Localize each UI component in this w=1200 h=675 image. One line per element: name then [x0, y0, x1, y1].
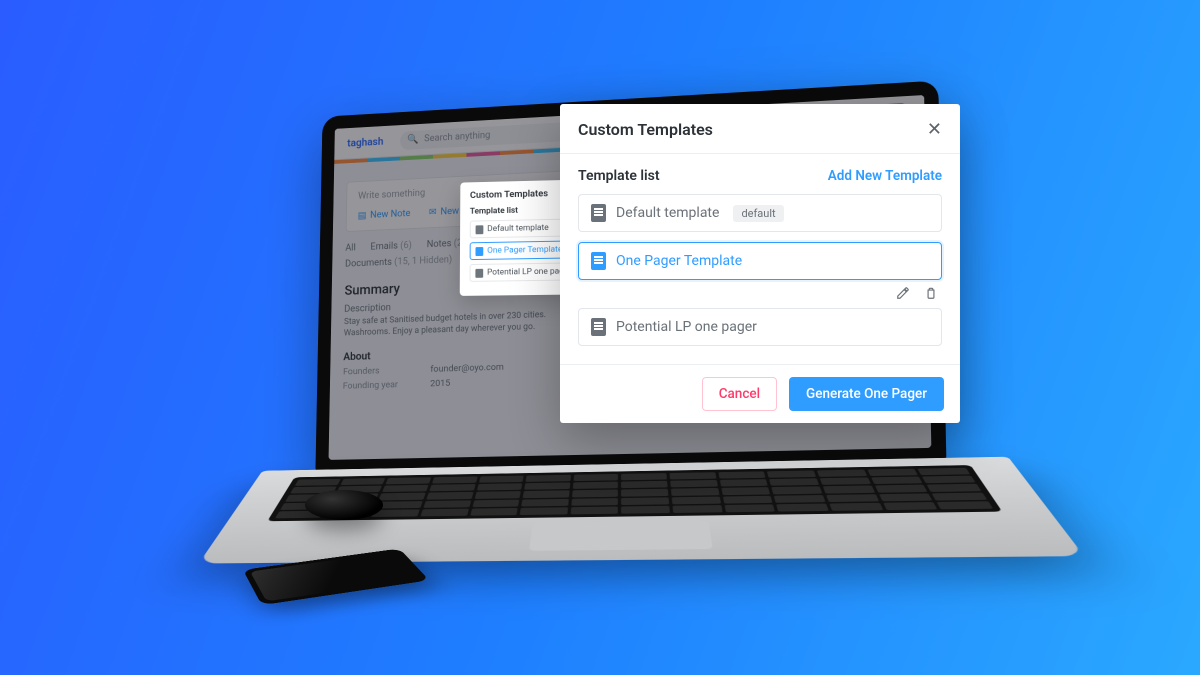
dialog-body: Template list Add New Template Default t… [560, 154, 960, 364]
subtab-documents-label: Documents [345, 257, 392, 269]
document-icon [475, 268, 483, 277]
lens-cap-prop [305, 490, 383, 520]
template-list-label: Template list [578, 168, 660, 184]
mini-row-label: Default template [487, 223, 549, 234]
subtab-documents-meta: (15, 1 Hidden) [394, 255, 452, 268]
dialog-footer: Cancel Generate One Pager [560, 364, 960, 423]
search-input[interactable]: 🔍 Search anything [400, 122, 568, 150]
add-new-template-button[interactable]: Add New Template [828, 168, 942, 184]
delete-icon[interactable] [924, 286, 938, 304]
document-icon [591, 318, 606, 336]
promo-stage: taghash 🔍 Search anything Trending Add d… [0, 0, 1200, 675]
custom-templates-dialog: Custom Templates ✕ Template list Add New… [560, 104, 960, 423]
keys-grid [267, 465, 1002, 521]
mini-row-label: One Pager Template [487, 245, 562, 256]
edit-icon[interactable] [896, 286, 910, 304]
tab-all[interactable]: All [345, 243, 356, 254]
template-name: One Pager Template [616, 253, 742, 269]
about-heading: About [343, 346, 504, 364]
founders-value: founder@oyo.com [430, 362, 504, 375]
template-row-default[interactable]: Default template default [578, 194, 942, 232]
tab-notes-label: Notes [427, 239, 452, 250]
trackpad [529, 520, 713, 550]
tab-emails[interactable]: Emails (6) [370, 240, 412, 252]
note-icon: ▤ [358, 211, 367, 222]
dialog-header: Custom Templates ✕ [560, 104, 960, 154]
tab-emails-count: (6) [400, 240, 412, 251]
document-icon [591, 252, 606, 270]
mini-row-label: Potential LP one pager [487, 266, 571, 277]
subtab-documents[interactable]: Documents (15, 1 Hidden) [345, 255, 452, 275]
generate-one-pager-button[interactable]: Generate One Pager [789, 377, 944, 411]
default-badge: default [733, 205, 783, 222]
cancel-button[interactable]: Cancel [702, 377, 777, 411]
document-icon [476, 225, 484, 234]
template-name: Potential LP one pager [616, 319, 757, 335]
founding-year-value: 2015 [430, 378, 450, 389]
brand-logo: taghash [347, 135, 383, 149]
template-name: Default template [616, 205, 719, 221]
document-icon [591, 204, 606, 222]
new-note-label: New Note [370, 208, 410, 220]
tab-emails-label: Emails [370, 241, 398, 253]
template-row-actions [578, 286, 942, 308]
founders-label: Founders [343, 365, 408, 377]
about-block: About Founders founder@oyo.com Founding … [343, 346, 504, 392]
document-icon [475, 247, 483, 256]
mail-icon: ✉ [429, 207, 437, 218]
dialog-title: Custom Templates [578, 120, 713, 139]
new-note-button[interactable]: ▤ New Note [358, 208, 411, 221]
founding-year-label: Founding year [343, 380, 408, 392]
template-row-lp[interactable]: Potential LP one pager [578, 308, 942, 346]
template-row-onepager[interactable]: One Pager Template [578, 242, 942, 280]
search-icon: 🔍 [407, 134, 419, 145]
close-icon[interactable]: ✕ [927, 121, 942, 139]
search-placeholder: Search anything [424, 130, 490, 144]
